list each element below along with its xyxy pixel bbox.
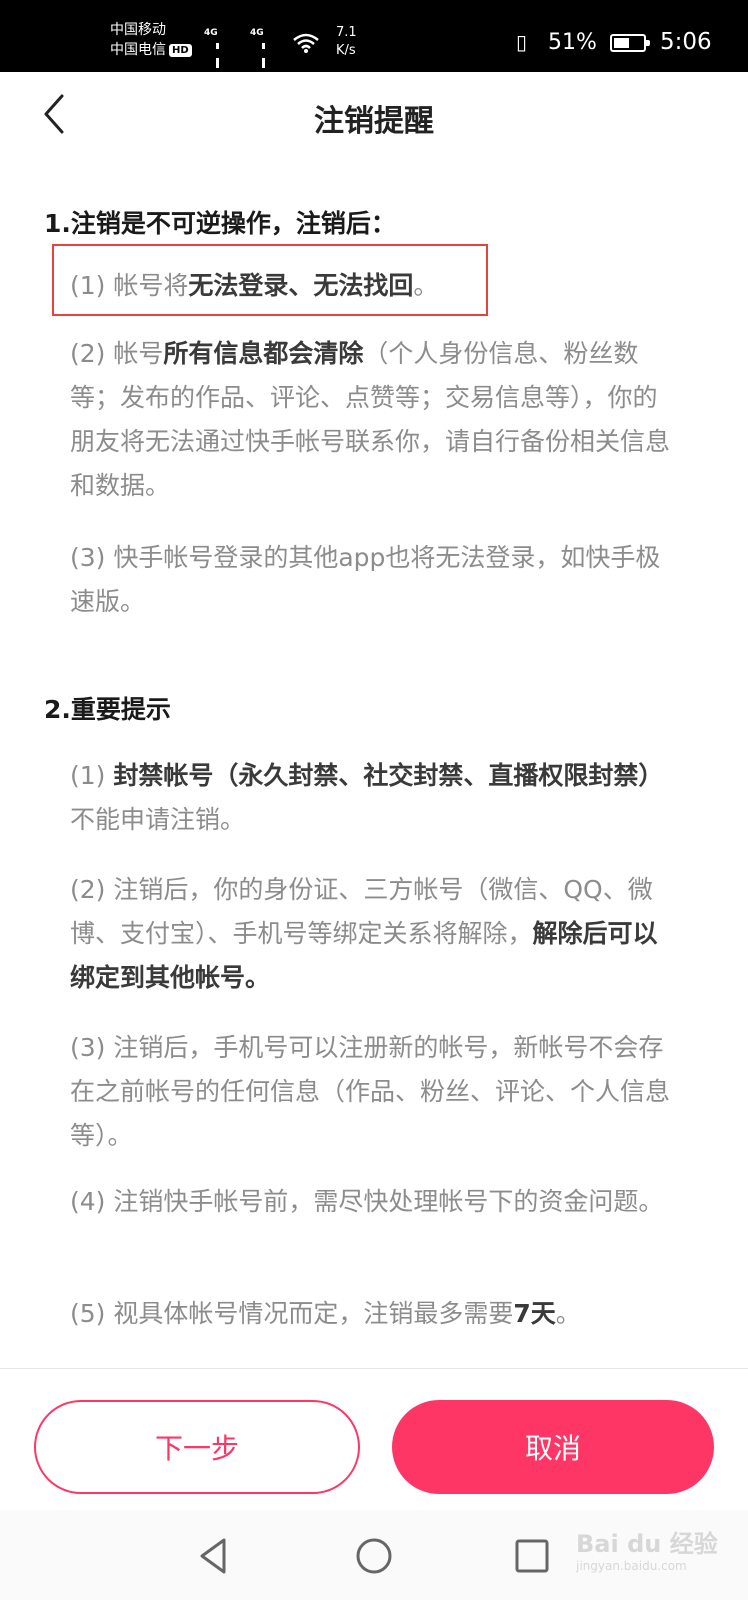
nav-back-button[interactable] <box>190 1532 238 1580</box>
s2-item-5-prefix: (5) 视具体帐号情况而定，注销最多需要 <box>70 1299 514 1328</box>
section-2-item-2: (2) 注销后，你的身份证、三方帐号（微信、QQ、微博、支付宝）、手机号等绑定关… <box>70 868 670 1000</box>
next-step-button[interactable]: 下一步 <box>34 1400 360 1494</box>
battery-icon <box>610 34 650 52</box>
hd-badge: HD <box>169 43 192 57</box>
page-title: 注销提醒 <box>314 104 434 139</box>
speed-unit: K/s <box>336 43 356 58</box>
section-1-heading: 1.注销是不可逆操作，注销后： <box>44 209 396 238</box>
section-1-item-2: (2) 帐号所有信息都会清除（个人身份信息、粉丝数等；发布的作品、评论、点赞等；… <box>70 332 670 508</box>
battery-percent: 51% <box>548 30 597 55</box>
s2-item-1-prefix: (1) <box>70 761 114 790</box>
nav-recents-button[interactable] <box>508 1532 556 1580</box>
divider <box>0 1368 748 1369</box>
wifi-icon <box>293 33 319 53</box>
vibrate-icon: ▯ <box>516 30 528 54</box>
s2-item-1-bold: 封禁帐号（永久封禁、社交封禁、直播权限封禁） <box>113 761 664 790</box>
highlight-annotation-box <box>52 244 488 316</box>
section-2-item-1: (1) 封禁帐号（永久封禁、社交封禁、直播权限封禁） 不能申请注销。 <box>70 754 670 842</box>
section-2-item-5: (5) 视具体帐号情况而定，注销最多需要7天。 <box>70 1292 670 1336</box>
notice-content: 1.注销是不可逆操作，注销后： (1) 帐号将无法登录、无法找回。 (2) 帐号… <box>0 190 748 1370</box>
section-2-item-4: (4) 注销快手帐号前，需尽快处理帐号下的资金问题。 <box>70 1187 664 1216</box>
clock: 5:06 <box>660 29 712 55</box>
status-bar: 中国移动 中国电信 HD 4G 4G 7.1 K/s ▯ 51% 5:06 <box>0 0 748 106</box>
nav-home-button[interactable] <box>350 1532 398 1580</box>
triangle-back-icon <box>200 1538 226 1574</box>
section-2-item-3: (3) 注销后，手机号可以注册新的帐号，新帐号不会存在之前帐号的任何信息（作品、… <box>70 1033 671 1150</box>
square-recents-icon <box>515 1539 549 1573</box>
circle-home-icon <box>356 1538 392 1574</box>
section-2-heading: 2.重要提示 <box>44 695 171 724</box>
s2-item-1-suffix: 不能申请注销。 <box>70 805 246 834</box>
watermark-brand: Bai du 经验 <box>576 1530 718 1558</box>
cancel-button[interactable]: 取消 <box>392 1400 714 1494</box>
watermark-domain: jingyan.baidu.com <box>576 1559 687 1573</box>
item-2-prefix: (2) 帐号 <box>70 339 164 368</box>
section-1-item-3: (3) 快手帐号登录的其他app也将无法登录，如快手极速版。 <box>70 543 661 616</box>
carrier-info: 中国移动 中国电信 HD <box>110 20 192 60</box>
network-speed: 7.1 K/s <box>336 24 357 60</box>
speed-value: 7.1 <box>336 25 357 40</box>
baidu-watermark: Bai du 经验 jingyan.baidu.com <box>576 1524 718 1573</box>
carrier-2: 中国电信 <box>110 42 166 58</box>
s2-item-5-bold: 7天 <box>513 1299 556 1328</box>
s2-item-5-suffix: 。 <box>555 1299 581 1328</box>
item-2-bold: 所有信息都会清除 <box>163 339 364 368</box>
carrier-1: 中国移动 <box>110 22 166 38</box>
